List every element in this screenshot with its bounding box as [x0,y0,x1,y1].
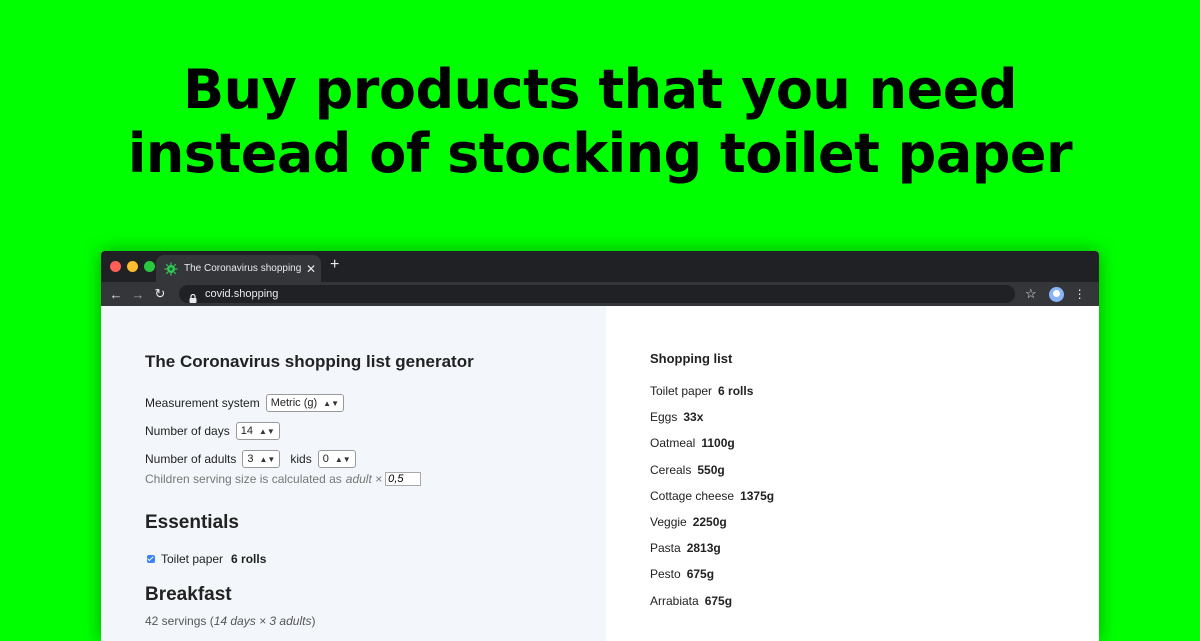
days-select-value: 14 [240,425,253,437]
star-icon[interactable]: ☆ [1025,286,1037,302]
new-tab-button[interactable]: + [330,256,339,274]
breakfast-heading: Breakfast [145,584,232,605]
item-amount: 2813g [686,541,721,556]
generator-panel: The Coronavirus shopping list generator … [101,306,606,641]
days-row: Number of days 14 ▲▼ [145,422,606,440]
reload-icon[interactable]: ↻ [149,286,171,302]
item-name: Toilet paper [650,384,713,398]
measurement-row: Measurement system Metric (g) ▲▼ [145,394,606,412]
essentials-item-amount: 6 rolls [231,552,267,566]
item-amount: 675g [686,567,715,582]
item-name: Cereals [650,462,692,477]
address-bar[interactable]: covid.shopping [179,285,1015,303]
close-window-button[interactable] [110,261,121,272]
page-title: The Coronavirus shopping list generator [145,352,474,371]
back-arrow-icon[interactable]: ← [105,287,127,302]
item-amount: 550g [697,462,725,477]
children-hint: Children serving size is calculated as a… [145,472,606,486]
item-name: Pasta [650,541,681,556]
shopping-list-panel: Shopping list Toilet paper 6 rolls Eggs 33… [606,306,1099,641]
item-amount: 1375g [740,488,775,503]
headline: Buy products that you need instead of st… [0,58,1200,186]
profile-avatar[interactable] [1048,286,1064,302]
child-ratio-input[interactable] [385,472,422,486]
list-item: Cereals 550g [650,463,1099,489]
item-name: Veggie [650,514,687,529]
url-text: covid.shopping [205,288,279,300]
essentials-heading: Essentials [145,512,239,533]
stepper-arrows-icon: ▲▼ [323,398,339,408]
adults-label: Number of adults [145,452,237,466]
item-name: Cottage cheese [650,488,735,503]
browser-toolbar: ← → ↻ covid.shopping ☆ ⋮ [101,282,1099,306]
kids-select-value: 0 [322,453,329,465]
servings-formula: 14 days × 3 adults [213,614,312,628]
shopping-list: Toilet paper 6 rolls Eggs 33x Oatmeal 1100g… [650,384,1099,620]
list-item: Arrabiata 675g [650,594,1099,620]
forward-arrow-icon[interactable]: → [127,287,149,302]
people-row: Number of adults 3 ▲▼ kids 0 ▲▼ [145,450,606,468]
headline-line-1: Buy products that you need [182,58,1018,121]
tab-close-icon[interactable]: ✕ [306,262,316,276]
list-item: Pasta 2813g [650,541,1099,567]
menu-dots-icon[interactable]: ⋮ [1074,287,1086,301]
lock-icon [189,290,197,303]
page-content: The Coronavirus shopping list generator … [101,306,1099,641]
list-item: Veggie 2250g [650,515,1099,541]
browser-tab[interactable]: The Coronavirus shopping list ge ✕ [156,255,321,282]
servings-suffix: ) [311,614,316,628]
essentials-item: Toilet paper 6 rolls [145,552,606,566]
item-amount: 6 rolls [718,384,754,398]
window-controls [110,261,155,272]
minimize-window-button[interactable] [127,261,138,272]
measurement-label: Measurement system [145,396,260,410]
days-select[interactable]: 14 ▲▼ [235,422,280,440]
kids-select[interactable]: 0 ▲▼ [317,450,356,468]
list-item: Toilet paper 6 rolls [650,384,1099,410]
stepper-arrows-icon: ▲▼ [258,426,275,436]
item-name: Oatmeal [650,436,696,451]
shopping-list-title: Shopping list [650,351,733,366]
item-name: Eggs [650,410,678,425]
headline-line-2: instead of stocking toilet paper [127,122,1073,185]
list-item: Cottage cheese 1375g [650,489,1099,515]
maximize-window-button[interactable] [144,261,155,272]
tab-bar: The Coronavirus shopping list ge ✕ + [101,251,1099,282]
kids-label: kids [290,452,312,466]
stepper-arrows-icon: ▲▼ [334,454,351,464]
measurement-select-value: Metric (g) [270,397,318,409]
measurement-select[interactable]: Metric (g) ▲▼ [265,394,344,412]
item-amount: 33x [683,410,704,425]
breakfast-servings: 42 servings (14 days × 3 adults) [145,614,606,628]
item-amount: 2250g [692,514,727,529]
item-amount: 1100g [701,436,735,451]
toilet-paper-checkbox[interactable] [147,555,155,563]
item-amount: 675g [704,593,733,608]
essentials-item-label: Toilet paper [161,552,224,566]
adults-select[interactable]: 3 ▲▼ [242,450,281,468]
item-name: Pesto [650,567,681,582]
servings-prefix: 42 servings ( [145,614,214,628]
adults-select-value: 3 [247,453,254,465]
hint-text: Children serving size is calculated as [145,472,342,486]
tab-title: The Coronavirus shopping list ge [184,263,302,274]
stepper-arrows-icon: ▲▼ [259,454,276,464]
item-name: Arrabiata [650,593,699,608]
hint-italic: adult × [345,472,383,486]
list-item: Oatmeal 1100g [650,436,1099,462]
virus-icon [164,262,178,276]
browser-window: The Coronavirus shopping list ge ✕ + ← →… [101,251,1099,641]
list-item: Pesto 675g [650,567,1099,593]
list-item: Eggs 33x [650,410,1099,436]
days-label: Number of days [145,424,230,438]
